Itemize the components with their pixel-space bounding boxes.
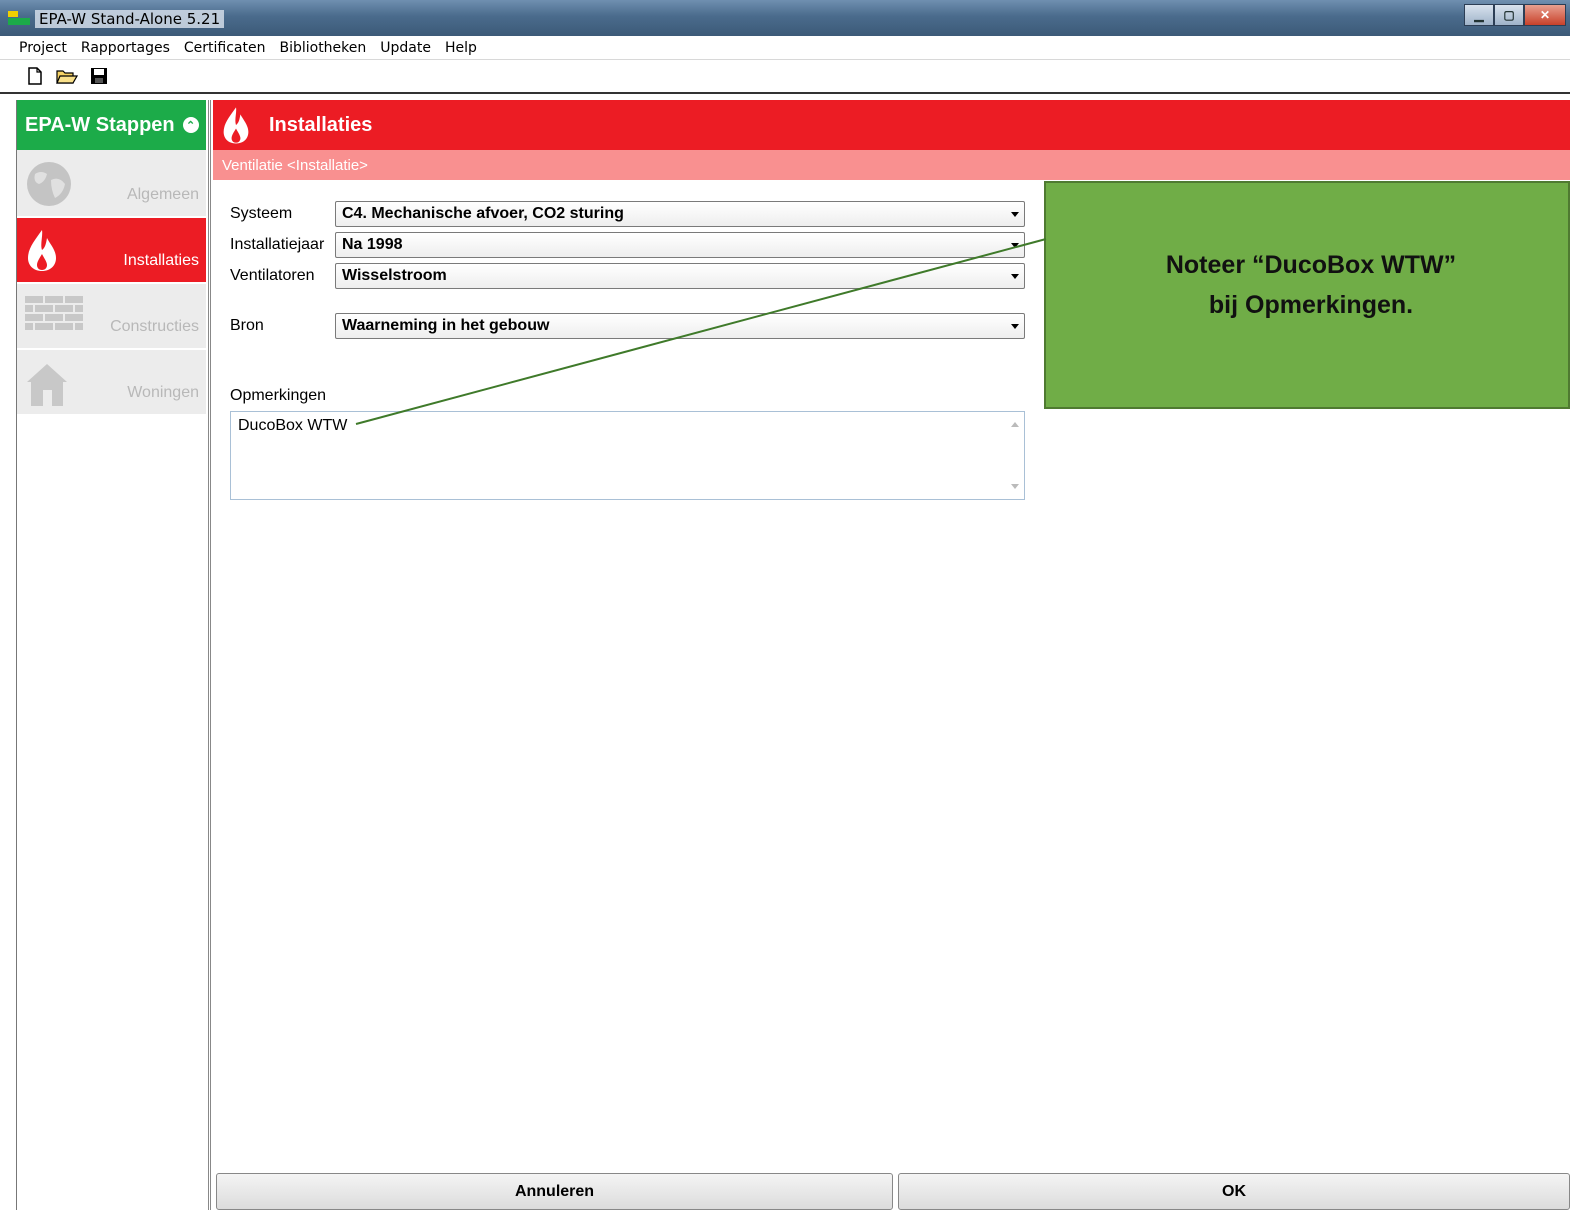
house-icon bbox=[27, 364, 67, 406]
app-icon bbox=[8, 11, 30, 25]
window-controls: ▁ ▢ ✕ bbox=[1464, 4, 1566, 26]
step-woningen[interactable]: Woningen bbox=[17, 350, 206, 416]
menu-update[interactable]: Update bbox=[380, 40, 431, 56]
step-algemeen[interactable]: Algemeen bbox=[17, 150, 206, 218]
open-folder-icon[interactable] bbox=[56, 66, 78, 86]
menu-bar: Project Rapportages Certificaten Bibliot… bbox=[0, 36, 1570, 60]
cancel-button[interactable]: Annuleren bbox=[216, 1173, 893, 1210]
brick-wall-icon bbox=[25, 296, 83, 330]
minimize-button[interactable]: ▁ bbox=[1464, 4, 1494, 26]
installatiejaar-label: Installatiejaar bbox=[230, 236, 325, 253]
title-bar: EPA-W Stand-Alone 5.21 ▁ ▢ ✕ bbox=[0, 0, 1570, 36]
window-title: EPA-W Stand-Alone 5.21 bbox=[35, 10, 225, 28]
menu-project[interactable]: Project bbox=[19, 40, 67, 56]
panel-splitter[interactable] bbox=[208, 100, 211, 1210]
menu-bibliotheken[interactable]: Bibliotheken bbox=[279, 40, 366, 56]
systeem-label: Systeem bbox=[230, 205, 293, 222]
toolbar bbox=[0, 60, 1570, 94]
steps-title: EPA-W Stappen bbox=[25, 113, 175, 136]
ventilatoren-row: Ventilatoren bbox=[230, 263, 340, 289]
save-disk-icon[interactable] bbox=[88, 66, 110, 86]
panel-title: Installaties bbox=[269, 113, 373, 136]
bron-value: Waarneming in het gebouw bbox=[342, 317, 550, 334]
globe-icon bbox=[27, 162, 71, 206]
step-label: Woningen bbox=[127, 384, 199, 401]
chevron-down-icon bbox=[1011, 243, 1019, 248]
steps-panel: EPA-W Stappen ⌃ Algemeen Installaties Co… bbox=[16, 100, 206, 1210]
opmerkingen-value: DucoBox WTW bbox=[238, 417, 348, 434]
chevron-down-icon bbox=[1011, 324, 1019, 329]
installatiejaar-select[interactable]: Na 1998 bbox=[335, 232, 1025, 258]
opmerkingen-textarea[interactable]: DucoBox WTW bbox=[230, 411, 1025, 500]
chevron-down-icon bbox=[1011, 274, 1019, 279]
bron-row: Bron bbox=[230, 313, 340, 339]
textarea-scrollbar[interactable] bbox=[1006, 412, 1024, 499]
step-installaties[interactable]: Installaties bbox=[17, 218, 206, 284]
maximize-button[interactable]: ▢ bbox=[1494, 4, 1524, 26]
callout-line-2: bij Opmerkingen. bbox=[1208, 291, 1414, 319]
flame-icon bbox=[28, 230, 56, 271]
step-label: Installaties bbox=[123, 252, 199, 269]
opmerkingen-label: Opmerkingen bbox=[230, 387, 327, 404]
flame-icon bbox=[223, 107, 249, 144]
bron-select[interactable]: Waarneming in het gebouw bbox=[335, 313, 1025, 339]
close-button[interactable]: ✕ bbox=[1524, 4, 1566, 26]
step-label: Constructies bbox=[110, 318, 199, 335]
panel-subtitle: Ventilatie <Installatie> bbox=[213, 150, 1570, 180]
menu-certificaten[interactable]: Certificaten bbox=[184, 40, 266, 56]
ventilatoren-select[interactable]: Wisselstroom bbox=[335, 263, 1025, 289]
bron-label: Bron bbox=[230, 317, 264, 334]
callout-line-1: Noteer “DucoBox WTW” bbox=[1165, 251, 1457, 279]
step-label: Algemeen bbox=[126, 186, 199, 203]
installatiejaar-value: Na 1998 bbox=[342, 236, 403, 253]
systeem-select[interactable]: C4. Mechanische afvoer, CO2 sturing bbox=[335, 201, 1025, 227]
systeem-value: C4. Mechanische afvoer, CO2 sturing bbox=[342, 205, 624, 222]
menu-rapportages[interactable]: Rapportages bbox=[81, 40, 170, 56]
ventilatoren-label: Ventilatoren bbox=[230, 267, 315, 284]
instruction-callout: Noteer “DucoBox WTW” bij Opmerkingen. bbox=[1044, 181, 1570, 409]
new-document-icon[interactable] bbox=[24, 66, 46, 86]
step-constructies[interactable]: Constructies bbox=[17, 284, 206, 350]
steps-header[interactable]: EPA-W Stappen ⌃ bbox=[17, 100, 206, 150]
panel-header: Installaties bbox=[213, 100, 1570, 150]
scroll-up-icon[interactable] bbox=[1011, 422, 1019, 427]
installatiejaar-row: Installatiejaar bbox=[230, 232, 340, 258]
collapse-icon[interactable]: ⌃ bbox=[182, 117, 199, 133]
systeem-row: Systeem bbox=[230, 201, 340, 227]
ok-button[interactable]: OK bbox=[898, 1173, 1570, 1210]
menu-help[interactable]: Help bbox=[445, 40, 477, 56]
scroll-down-icon[interactable] bbox=[1011, 484, 1019, 489]
chevron-down-icon bbox=[1011, 212, 1019, 217]
ventilatoren-value: Wisselstroom bbox=[342, 267, 447, 284]
